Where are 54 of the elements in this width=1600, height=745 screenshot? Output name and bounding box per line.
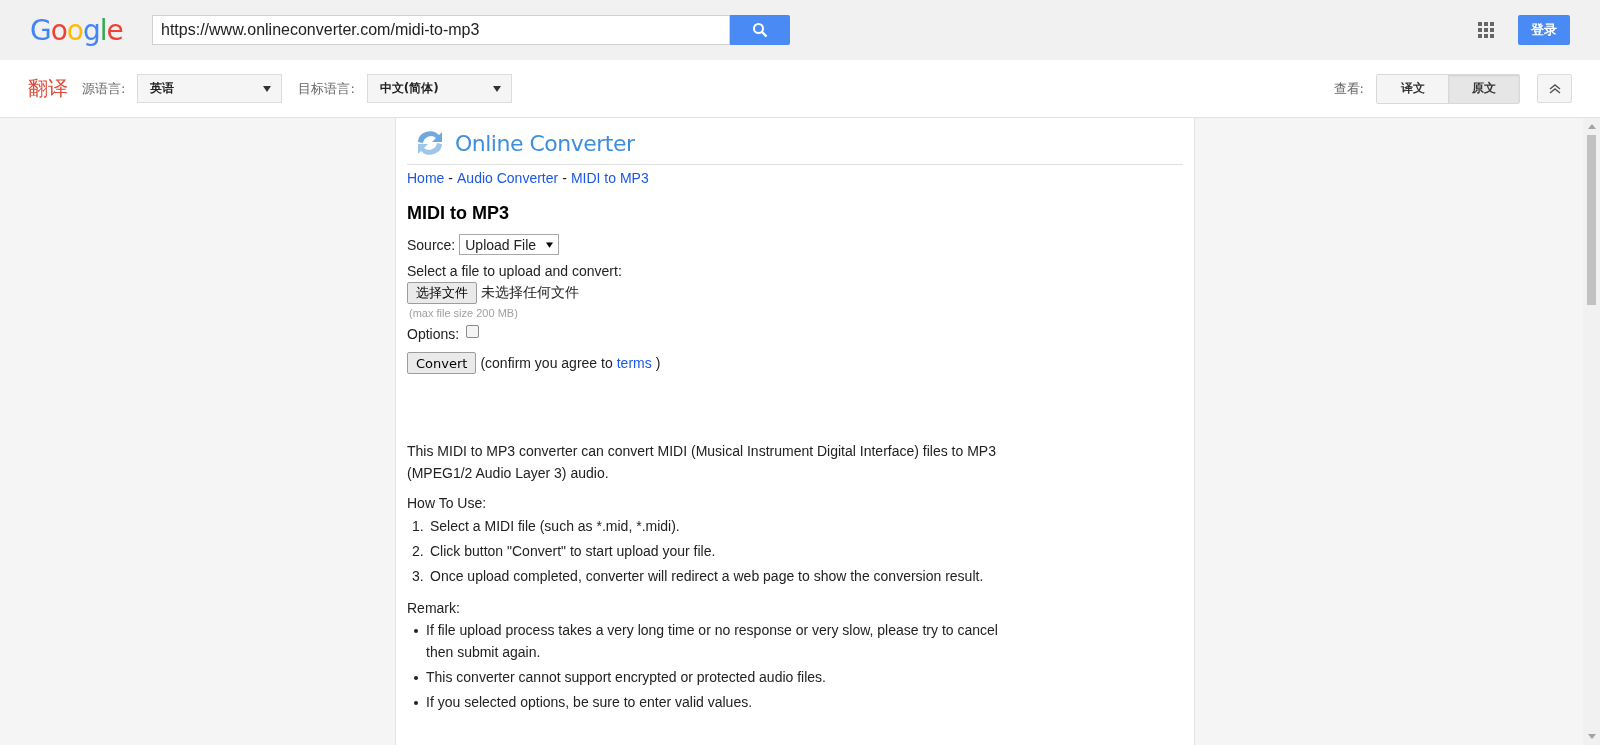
target-language-label: 目标语言: <box>298 79 355 98</box>
source-language-label: 源语言: <box>82 79 126 98</box>
scroll-down-icon[interactable] <box>1587 734 1596 739</box>
double-chevron-up-icon <box>1548 83 1561 94</box>
scrollbar[interactable] <box>1583 118 1600 745</box>
apps-grid-icon[interactable] <box>1478 22 1494 38</box>
step-text: Click button "Convert" to start upload your file. <box>430 542 716 561</box>
breadcrumb-separator: - <box>448 170 454 186</box>
bullet-icon <box>414 701 418 705</box>
how-to-title: How To Use: <box>407 494 488 513</box>
bullet-icon <box>414 629 418 633</box>
step-text: Select a MIDI file (such as *.mid, *.midi). <box>430 517 680 536</box>
breadcrumb-link[interactable]: Home <box>407 170 445 186</box>
upload-prompt: Select a file to upload and convert: <box>407 263 623 279</box>
confirm-text: (confirm you agree to <box>480 355 613 371</box>
source-language-select[interactable]: 英语 <box>137 74 283 103</box>
choose-file-button[interactable]: 选择文件 <box>407 282 477 304</box>
scrollbar-thumb[interactable] <box>1587 135 1596 305</box>
step-number: 2. <box>412 542 425 561</box>
convert-button[interactable]: Convert <box>407 352 477 374</box>
view-tab[interactable]: 译文 <box>1377 74 1448 103</box>
options-checkbox[interactable] <box>466 324 480 338</box>
options-label: Options: <box>407 326 460 342</box>
description-text: This MIDI to MP3 converter can convert MIDI (Musical Instrument Digital Interface) files to MP3 (MPEG1/2 Audio Layer 3) audio. <box>407 442 997 483</box>
remark-text: If you selected options, be sure to enter valid values. <box>426 693 754 712</box>
dropdown-arrow-icon <box>546 241 554 248</box>
translate-title: 翻译 <box>28 75 68 102</box>
view-label: 查看: <box>1333 79 1364 98</box>
terms-link[interactable]: terms <box>616 355 652 371</box>
dropdown-arrow-icon <box>263 85 272 92</box>
remark-text: This converter cannot support encrypted or protected audio files. <box>426 668 827 687</box>
no-file-text: 未选择任何文件 <box>481 284 579 302</box>
remark-title: Remark: <box>407 599 461 618</box>
step-number: 1. <box>412 517 425 536</box>
url-field[interactable]: https://www.onlineconverter.com/midi-to-mp3 <box>152 15 730 45</box>
view-tab[interactable]: 原文 <box>1448 74 1519 103</box>
collapse-button[interactable] <box>1537 74 1572 103</box>
step-number: 3. <box>412 567 425 586</box>
search-button[interactable] <box>730 15 790 45</box>
scroll-up-icon[interactable] <box>1587 124 1596 129</box>
page-heading: MIDI to MP3 <box>407 203 510 224</box>
target-language-select[interactable]: 中文(简体) <box>366 74 512 103</box>
search-icon <box>752 22 768 38</box>
breadcrumb-link[interactable]: Audio Converter <box>457 170 559 186</box>
remark-text: If file upload process takes a very long time or no response or very slow, please try to cancel then submit again. <box>426 621 999 662</box>
bullet-icon <box>414 676 418 680</box>
max-size-note: (max file size 200 MB) <box>409 307 519 319</box>
confirm-text: ) <box>655 355 661 371</box>
dropdown-arrow-icon <box>492 85 501 92</box>
step-text: Once upload completed, converter will redirect a web page to show the conversion result. <box>430 567 984 586</box>
breadcrumb-separator: - <box>562 170 567 186</box>
breadcrumb-link[interactable]: MIDI to MP3 <box>570 170 649 186</box>
source-select[interactable]: Upload File <box>459 234 560 255</box>
source-label: Source: <box>407 236 456 253</box>
